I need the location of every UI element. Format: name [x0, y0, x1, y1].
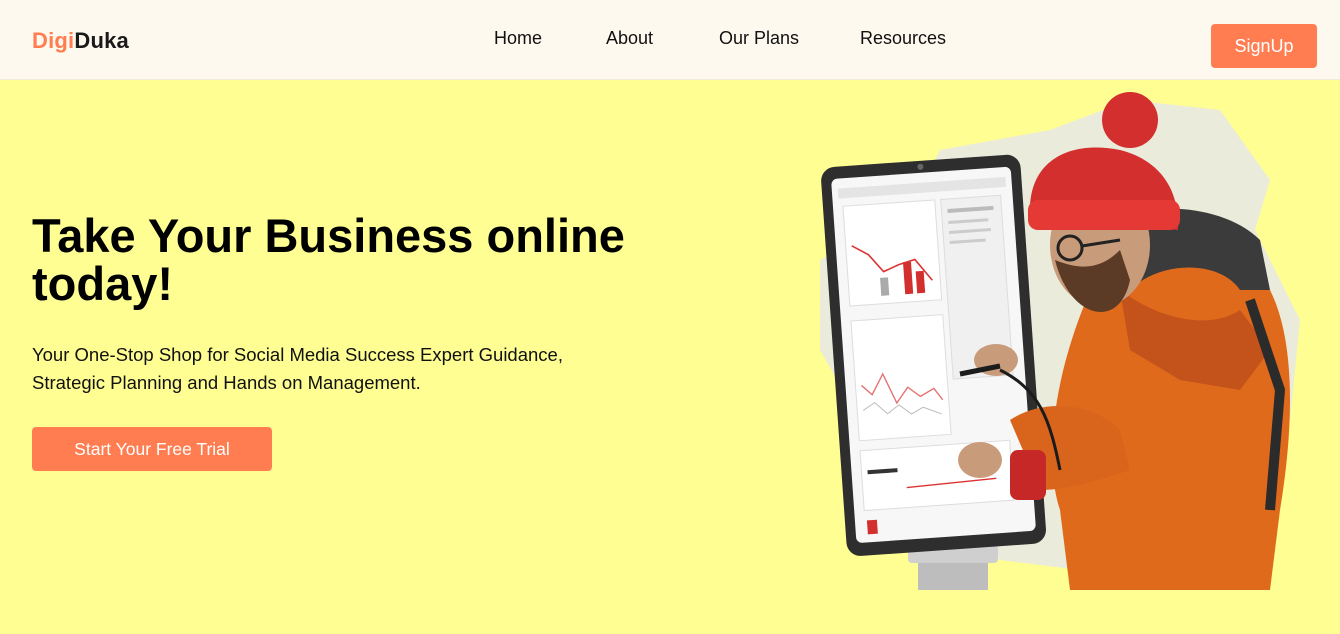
signup-button[interactable]: SignUp	[1211, 24, 1317, 68]
nav-link-resources[interactable]: Resources	[860, 28, 946, 49]
brand-logo[interactable]: DigiDuka	[32, 28, 129, 54]
hero-title: Take Your Business online today!	[32, 209, 625, 310]
hero-subtitle: Your One-Stop Shop for Social Media Succ…	[32, 344, 563, 393]
nav-link-about[interactable]: About	[606, 28, 719, 49]
man-with-tablet-illustration-icon	[820, 92, 1300, 590]
nav-link-our-plans[interactable]: Our Plans	[719, 28, 860, 49]
navbar: DigiDuka Home About Our Plans Resources …	[0, 0, 1340, 80]
brand-logo-part1: Digi	[32, 28, 75, 53]
brand-logo-part2: Duka	[74, 28, 129, 53]
nav-link-home[interactable]: Home	[494, 28, 606, 49]
main-nav: Home About Our Plans Resources	[494, 28, 946, 49]
start-free-trial-button[interactable]: Start Your Free Trial	[32, 427, 272, 471]
hero-illustration	[800, 90, 1320, 590]
